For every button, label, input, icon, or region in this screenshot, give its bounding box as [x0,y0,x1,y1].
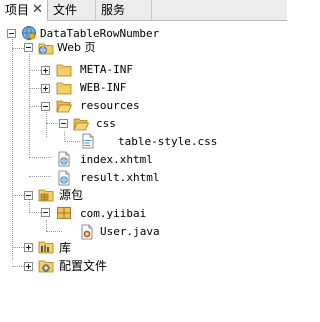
package-label: com.yiibai [80,207,147,220]
tab-services[interactable]: 服务 [96,0,152,21]
source-folder-icon [38,189,54,202]
tab-bar: 项目 ✕ 文件 服务 [0,0,287,21]
resources-label: resources [80,99,140,112]
tab-projects[interactable]: 项目 ✕ [0,0,48,21]
tree-connector [46,231,62,232]
web-inf-label: WEB-INF [80,81,127,94]
tab-files[interactable]: 文件 [48,0,96,21]
table-style-css-label: table-style.css [118,135,218,148]
package-icon [57,207,71,219]
tree-connector [64,141,80,142]
xhtml-file-icon [58,151,70,167]
xhtml-file-icon [58,170,70,186]
folder-icon [56,64,72,77]
expand-toggle[interactable] [41,66,50,75]
expand-toggle[interactable] [24,243,33,252]
expand-toggle[interactable] [41,84,50,93]
css-file-icon [82,133,94,149]
collapse-toggle[interactable] [41,102,50,111]
libraries-label: 库 [59,241,72,255]
folder-open-icon [73,118,89,131]
tree-connector [29,176,51,177]
project-tree: DataTableRowNumber Web 页 META-INF WEB-IN… [0,21,287,322]
tab-services-label: 服务 [101,3,126,17]
collapse-toggle[interactable] [41,208,50,217]
tab-projects-label: 项目 [5,3,30,17]
tab-files-label: 文件 [53,3,78,17]
collapse-toggle[interactable] [7,29,16,38]
libraries-icon [38,241,54,254]
tree-connector [46,112,47,137]
config-files-label: 配置文件 [59,259,108,273]
tree-connector [46,220,47,231]
collapse-toggle[interactable] [59,119,68,128]
web-pages-folder-icon [38,43,54,55]
user-java-label: User.java [100,225,160,238]
java-file-icon [81,224,93,240]
index-xhtml-label: index.xhtml [80,153,153,166]
tree-connector [46,123,60,124]
meta-inf-label: META-INF [80,63,133,76]
folder-icon [56,82,72,95]
project-name: DataTableRowNumber [40,27,160,40]
tree-connector [29,157,51,158]
css-folder-label: css [96,117,116,130]
source-packages-label: 源包 [59,188,84,202]
tree-connector [12,36,13,260]
folder-open-icon [56,100,72,113]
collapse-toggle[interactable] [24,191,33,200]
project-icon [22,26,36,40]
close-icon[interactable]: ✕ [32,0,43,20]
expand-toggle[interactable] [24,262,33,271]
collapse-toggle[interactable] [24,43,33,52]
config-folder-icon [38,260,54,273]
web-pages-label: Web 页 [57,41,96,54]
result-xhtml-label: result.xhtml [80,171,160,184]
